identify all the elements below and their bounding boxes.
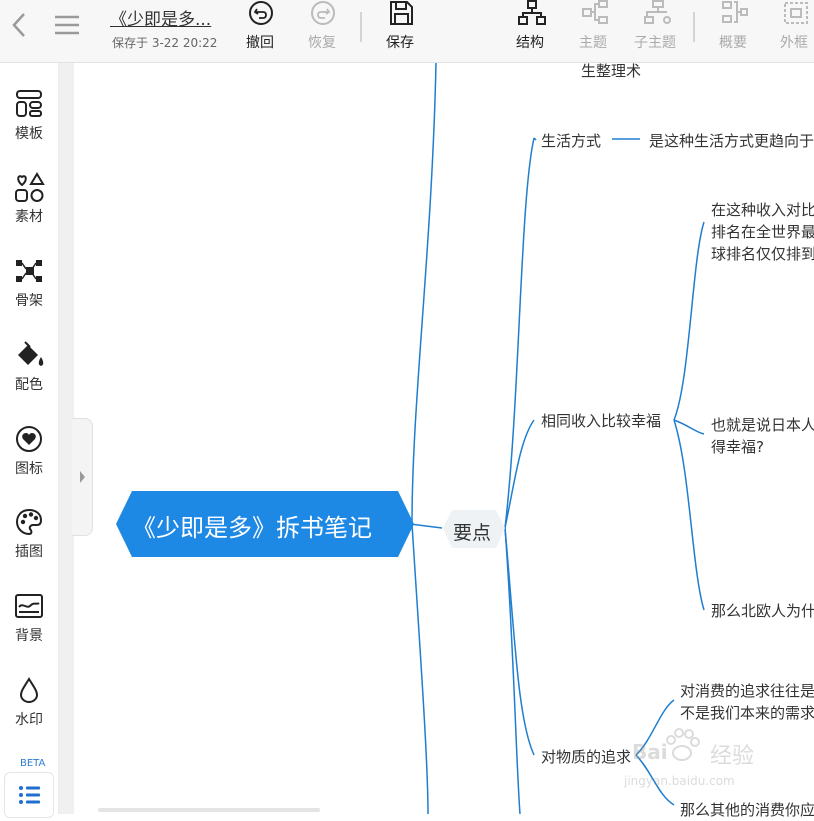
structure-button[interactable]: 结构 xyxy=(502,0,558,60)
sidebar-item-label: 骨架 xyxy=(15,293,43,309)
paw-icon xyxy=(666,728,700,761)
save-status: 保存于 3-22 20:22 xyxy=(112,36,218,50)
structure-icon xyxy=(518,0,546,25)
leaf-node[interactable]: 也就是说日本人 得幸福? xyxy=(711,414,814,458)
undo-icon xyxy=(249,1,273,25)
top-toolbar: 《少即是多... 保存于 3-22 20:22 撤回 恢复 保存 结构 主题 子… xyxy=(0,0,814,63)
undo-button[interactable]: 撤回 xyxy=(232,0,288,60)
mindmap-canvas[interactable]: 《少即是多》拆书笔记 要点 生整理术 生活方式 是这种生活方式更趋向于 相同收入… xyxy=(0,0,814,819)
droplet-icon xyxy=(19,677,39,704)
leaf-node[interactable]: 在这种收入对比 排名在全世界最 球排名仅仅排到 xyxy=(711,199,814,265)
summary-label: 概要 xyxy=(719,35,747,51)
save-icon xyxy=(390,1,413,25)
watermark-cn: 经验 xyxy=(710,744,755,769)
outline-list-icon xyxy=(19,786,40,804)
watermark-url: jingyan.baidu.com xyxy=(624,774,735,788)
save-button[interactable]: 保存 xyxy=(372,0,428,60)
topic-button[interactable]: 主题 xyxy=(565,0,621,60)
leaf-node[interactable]: 那么其他的消费你应 xyxy=(680,799,814,820)
topic-label: 主题 xyxy=(579,35,607,51)
sidebar-item-template[interactable]: 模板 xyxy=(0,89,58,149)
palette-icon xyxy=(15,508,43,536)
root-node[interactable]: 《少即是多》拆书笔记 xyxy=(132,508,372,543)
sidebar-item-label: 水印 xyxy=(15,712,43,728)
toolbar-divider xyxy=(360,12,362,42)
toolbar-divider xyxy=(693,12,695,42)
frame-icon xyxy=(784,2,808,24)
structure-label: 结构 xyxy=(516,35,544,51)
save-label: 保存 xyxy=(386,35,414,51)
sidebar-item-color[interactable]: 配色 xyxy=(0,340,58,400)
leaf-node[interactable]: 对消费的追求往往是 不是我们本来的需求 xyxy=(680,680,814,724)
leaf-node[interactable]: 那么北欧人为什 xyxy=(711,600,814,621)
subtopic-icon xyxy=(644,0,671,24)
sidebar-item-background[interactable]: 背景 xyxy=(0,591,58,651)
branch-node-material[interactable]: 对物质的追求 xyxy=(541,746,631,767)
sidebar-item-icon[interactable]: 图标 xyxy=(0,424,58,484)
sidebar-item-label: 模板 xyxy=(15,126,43,142)
paint-bucket-icon xyxy=(18,341,44,366)
redo-button[interactable]: 恢复 xyxy=(294,0,350,60)
branch-node-same-income[interactable]: 相同收入比较幸福 xyxy=(541,410,661,431)
panel-toggle[interactable] xyxy=(72,418,93,536)
sidebar-item-illustration[interactable]: 插图 xyxy=(0,507,58,567)
sidebar-item-watermark[interactable]: 水印 xyxy=(0,675,58,735)
redo-label: 恢复 xyxy=(308,35,336,51)
redo-icon xyxy=(311,1,335,25)
summary-button[interactable]: 概要 xyxy=(705,0,761,60)
beta-tag: BETA xyxy=(20,758,46,769)
background-icon xyxy=(15,594,43,618)
sidebar-item-label: 配色 xyxy=(15,377,43,393)
sidebar-item-skeleton[interactable]: 骨架 xyxy=(0,256,58,316)
partial-top-node[interactable]: 生整理术 xyxy=(581,60,641,81)
sidebar-item-material[interactable]: 素材 xyxy=(0,172,58,232)
sidebar-item-label: 素材 xyxy=(15,209,43,225)
horizontal-scrollbar[interactable] xyxy=(98,808,320,812)
topic-icon xyxy=(582,0,608,24)
subtopic-button[interactable]: 子主题 xyxy=(627,0,683,60)
skeleton-icon xyxy=(16,260,42,282)
chevron-right-icon xyxy=(80,471,85,483)
undo-label: 撤回 xyxy=(246,35,274,51)
subtopic-node[interactable]: 要点 xyxy=(453,518,491,545)
outline-button[interactable] xyxy=(4,772,54,818)
summary-icon xyxy=(722,1,748,23)
subtopic-label: 子主题 xyxy=(634,35,676,51)
watermark: Bai 经验 jingyan.baidu.com xyxy=(624,722,782,792)
sidebar-item-label: 图标 xyxy=(15,461,43,477)
sidebar-item-label: 背景 xyxy=(15,628,43,644)
frame-button[interactable]: 外框 xyxy=(766,0,814,60)
document-title[interactable]: 《少即是多... xyxy=(110,5,211,30)
watermark-brand: Bai xyxy=(632,740,668,764)
sidebar-item-label: 插图 xyxy=(15,544,43,560)
shapes-icon xyxy=(15,172,45,202)
template-icon xyxy=(16,90,42,117)
branch-node-lifestyle[interactable]: 生活方式 xyxy=(541,130,601,151)
left-sidebar: 模板 素材 骨架 配色 图标 插图 背景 水印 BETA xyxy=(0,63,59,818)
leaf-node[interactable]: 是这种生活方式更趋向于 xyxy=(649,130,814,151)
back-icon[interactable] xyxy=(8,10,30,40)
heart-icon xyxy=(16,426,42,452)
menu-icon[interactable] xyxy=(52,12,82,38)
frame-label: 外框 xyxy=(780,35,808,51)
